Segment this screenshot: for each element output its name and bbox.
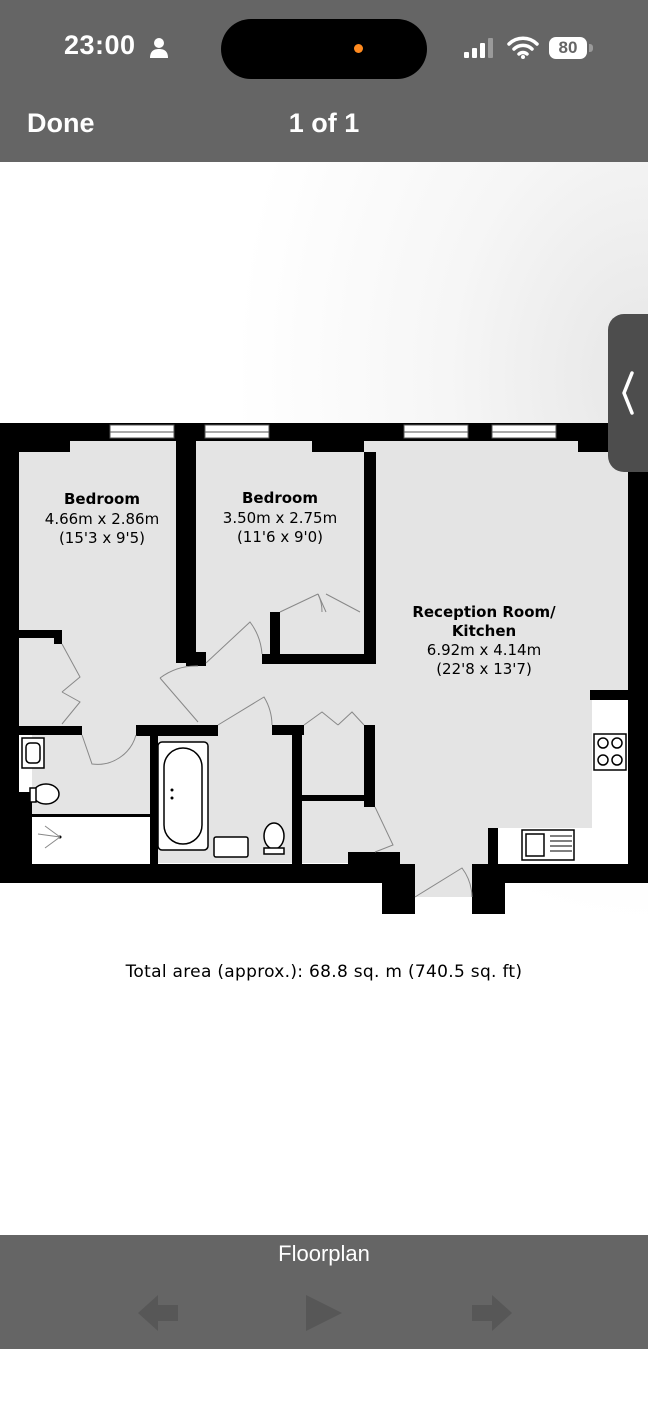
done-button[interactable]: Done xyxy=(27,108,95,139)
battery-icon: 80 xyxy=(549,37,587,59)
wifi-icon xyxy=(507,36,539,59)
privacy-indicator-dot xyxy=(354,44,363,53)
bottom-toolbar: Floorplan xyxy=(0,1235,648,1349)
dynamic-island xyxy=(221,19,427,79)
bedroom-1-name: Bedroom xyxy=(64,490,140,508)
floorplan-image: Bedroom 4.66m x 2.86m (15'3 x 9'5) Bedro… xyxy=(0,423,648,914)
bedroom-2-size-ft: (11'6 x 9'0) xyxy=(237,528,323,546)
bedroom-1-size-ft: (15'3 x 9'5) xyxy=(59,529,145,547)
top-bar: 23:00 80 Done 1 of 1 xyxy=(0,0,648,162)
reception-name-line2: Kitchen xyxy=(452,622,516,640)
side-panel-handle[interactable] xyxy=(608,314,648,472)
pager-title: 1 of 1 xyxy=(288,108,360,138)
person-icon xyxy=(150,38,168,58)
bedroom-2-name: Bedroom xyxy=(242,489,318,507)
image-caption: Floorplan xyxy=(278,1241,370,1266)
forward-arrow-icon[interactable] xyxy=(470,1293,514,1333)
signal-icon xyxy=(464,38,493,58)
battery-cap xyxy=(589,44,593,52)
back-arrow-icon[interactable] xyxy=(136,1293,180,1333)
bedroom-2-size-m: 3.50m x 2.75m xyxy=(223,509,337,527)
play-icon[interactable] xyxy=(304,1293,344,1333)
reception-size-ft: (22'8 x 13'7) xyxy=(436,660,532,678)
image-viewer[interactable]: Bedroom 4.66m x 2.86m (15'3 x 9'5) Bedro… xyxy=(0,162,648,1235)
reception-size-m: 6.92m x 4.14m xyxy=(427,641,541,659)
reception-name-line1: Reception Room/ xyxy=(412,603,556,621)
chevron-left-icon xyxy=(622,371,634,415)
status-time: 23:00 xyxy=(64,30,136,60)
total-area-caption: Total area (approx.): 68.8 sq. m (740.5 … xyxy=(125,962,523,982)
bedroom-1-size-m: 4.66m x 2.86m xyxy=(45,510,159,528)
